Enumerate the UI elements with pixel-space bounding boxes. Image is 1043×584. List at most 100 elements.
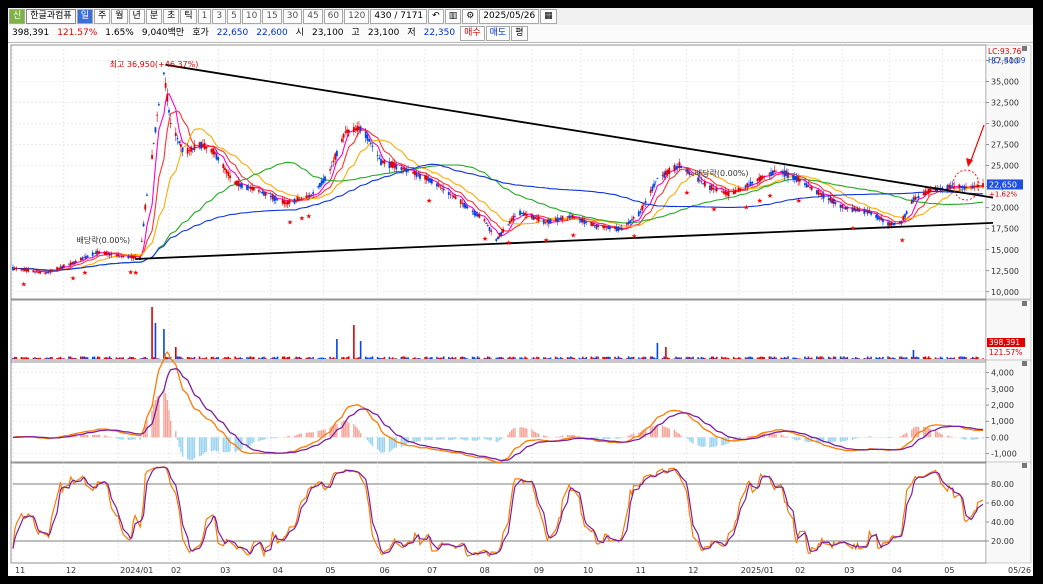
volume-bar — [478, 357, 481, 359]
volume-bar — [403, 356, 406, 359]
interval-button-1[interactable]: 1 — [197, 9, 212, 24]
candle-body — [710, 184, 713, 191]
candle-body — [403, 168, 406, 170]
candle-body — [425, 175, 428, 181]
candle-body — [675, 166, 677, 170]
signal-star-marker: ★ — [796, 197, 802, 205]
x-tick-label: 05/26 — [1008, 566, 1031, 575]
candle-body — [378, 157, 381, 160]
interval-button-30[interactable]: 30 — [282, 9, 303, 24]
volume-bar — [724, 357, 727, 359]
volume-bar — [832, 356, 835, 359]
volume-bar — [371, 356, 374, 359]
candle-body — [556, 217, 559, 222]
period-tab-0[interactable]: 일 — [76, 9, 93, 24]
candle-body — [746, 183, 749, 187]
candle-body — [335, 150, 338, 157]
candle-body — [651, 186, 654, 192]
period-tab-4[interactable]: 분 — [145, 9, 163, 24]
interval-button-3[interactable]: 3 — [212, 9, 227, 24]
candle-body — [334, 153, 337, 160]
interval-button-60[interactable]: 60 — [323, 9, 344, 24]
chart-type-icon[interactable]: ▥ — [444, 9, 462, 24]
candle-body — [152, 143, 155, 145]
volume-bar — [877, 357, 879, 359]
candle-body — [86, 255, 89, 258]
date-field[interactable]: 2025/05/26 — [479, 9, 540, 24]
candle-body — [342, 133, 345, 138]
candle-body — [62, 264, 65, 268]
candle-body — [212, 148, 215, 155]
candle-body — [619, 228, 621, 229]
volume-bar — [471, 356, 474, 359]
interval-button-10[interactable]: 10 — [241, 9, 262, 24]
candle-body — [157, 104, 160, 106]
candle-body — [531, 214, 533, 219]
volume-bar — [592, 357, 594, 359]
volume-bar — [558, 358, 560, 359]
range-field[interactable]: 430 / 7171 — [370, 9, 428, 24]
candle-body — [412, 171, 415, 174]
candle-body — [120, 255, 123, 257]
candle-body — [130, 255, 133, 259]
volume-bar — [749, 356, 752, 359]
candle-body — [727, 191, 730, 197]
volume-bar — [875, 357, 877, 359]
flat-button[interactable]: 평 — [511, 26, 528, 41]
volume-bar — [549, 357, 552, 359]
interval-button-120[interactable]: 120 — [344, 9, 370, 24]
volume-bar — [653, 357, 655, 359]
stock-name-field[interactable]: 한글과컴퓨 — [26, 9, 76, 24]
interval-button-45[interactable]: 45 — [303, 9, 323, 24]
candle-body — [614, 226, 616, 229]
volume-bar — [214, 358, 216, 359]
volume-bar — [414, 357, 416, 359]
candle-body — [13, 267, 16, 270]
calendar-icon[interactable]: ▦ — [540, 9, 557, 24]
candle-body — [661, 174, 664, 176]
period-tab-3[interactable]: 년 — [128, 9, 145, 24]
candle-body — [819, 193, 822, 195]
candle-body — [22, 269, 25, 271]
stock-icon[interactable]: 신 — [9, 9, 26, 24]
moving-averages — [12, 93, 984, 273]
signal-star-marker: ★ — [767, 192, 773, 200]
volume-bar — [846, 356, 849, 359]
interval-button-5[interactable]: 5 — [227, 9, 241, 24]
settings-icon[interactable]: ⚙ — [462, 9, 479, 24]
volume-bar — [225, 357, 228, 359]
interval-button-15[interactable]: 15 — [262, 9, 282, 24]
volume-bar — [110, 358, 113, 359]
candle-body — [724, 191, 727, 195]
dividend-annotation-2: 배당락(0.00%) — [695, 168, 749, 178]
volume-bar — [174, 347, 177, 359]
sell-button[interactable]: 매도 — [485, 26, 511, 41]
price-y-tick-label: 30,000 — [991, 120, 1019, 129]
volume-bar — [514, 357, 516, 359]
prev-icon[interactable]: ↶ — [428, 9, 444, 24]
candle-body — [35, 271, 38, 273]
candle-body — [193, 144, 196, 151]
volume-bar — [224, 357, 226, 359]
volume-panel-frame — [10, 299, 987, 363]
stoch-y-tick-label: 20.00 — [991, 537, 1014, 546]
buy-button[interactable]: 매수 — [460, 26, 485, 41]
candle-body — [771, 170, 774, 175]
period-tab-1[interactable]: 주 — [93, 9, 111, 24]
volume-bar — [858, 358, 861, 359]
period-tab-2[interactable]: 월 — [111, 9, 128, 24]
volume-bar — [376, 357, 379, 359]
candle-body — [454, 196, 457, 200]
candle-body — [839, 204, 842, 208]
period-tab-6[interactable]: 틱 — [180, 9, 197, 24]
period-tab-5[interactable]: 초 — [163, 9, 180, 24]
candle-body — [793, 176, 796, 180]
volume-bar — [269, 358, 272, 359]
candle-body — [578, 219, 581, 221]
candle-body — [500, 231, 503, 236]
volume-bar — [69, 356, 72, 359]
candle-body — [181, 147, 184, 152]
candle-body — [810, 186, 813, 190]
volume-bar — [122, 357, 125, 359]
candle-body — [698, 180, 701, 181]
